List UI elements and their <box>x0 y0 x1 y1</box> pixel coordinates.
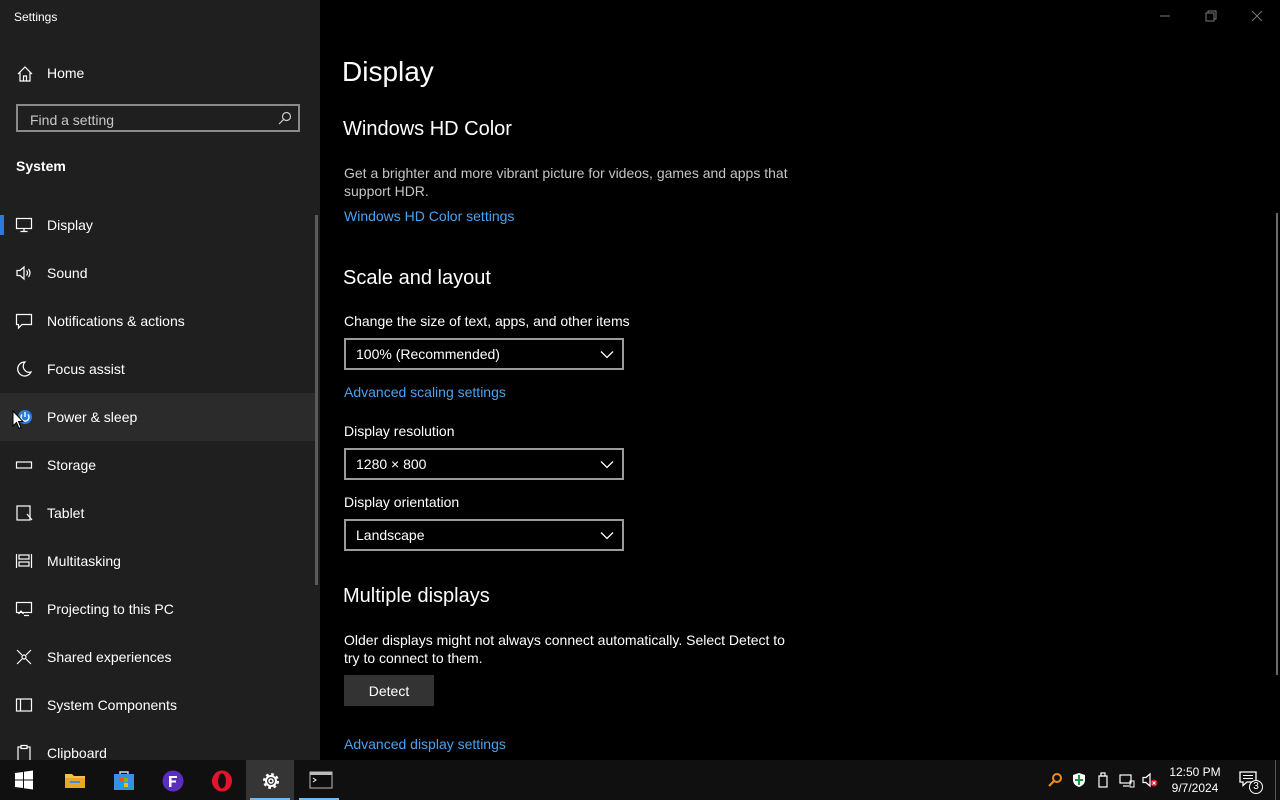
orientation-dropdown-value: Landscape <box>356 527 425 543</box>
sidebar-item-label: Projecting to this PC <box>47 601 174 617</box>
sidebar-item-label: Multitasking <box>47 553 121 569</box>
sidebar-item-notifications[interactable]: Notifications & actions <box>0 297 316 345</box>
settings-icon <box>263 773 279 789</box>
search-input[interactable] <box>28 110 272 130</box>
page-title: Display <box>342 56 434 87</box>
hdr-description: Get a brighter and more vibrant picture … <box>344 165 788 199</box>
scale-heading: Scale and layout <box>343 267 491 289</box>
taskbar-clock[interactable]: 12:50 PM 9/7/2024 <box>1162 764 1228 796</box>
hdr-heading: Windows HD Color <box>343 118 512 140</box>
start-icon <box>15 770 33 790</box>
sidebar-item-label: System Components <box>47 697 177 713</box>
section-label: System <box>16 158 66 174</box>
taskbar-store[interactable] <box>99 760 147 800</box>
orientation-dropdown[interactable]: Landscape <box>344 519 624 551</box>
search-tray-icon[interactable] <box>1047 772 1063 788</box>
sidebar-item-display[interactable]: Display <box>0 201 316 249</box>
scale-dropdown[interactable]: 100% (Recommended) <box>344 338 624 370</box>
projecting-icon <box>15 601 33 617</box>
home-nav[interactable]: Home <box>0 58 320 88</box>
sidebar-item-label: Power & sleep <box>47 409 138 425</box>
chevron-down-icon <box>600 351 614 359</box>
detect-button[interactable]: Detect <box>344 675 434 706</box>
f-app-icon <box>162 770 184 792</box>
taskbar: 12:50 PM 9/7/2024 3 <box>0 760 1280 800</box>
home-icon <box>17 66 33 82</box>
clock-date: 9/7/2024 <box>1171 781 1219 795</box>
usb-device-icon[interactable] <box>1095 772 1111 788</box>
minimize-icon[interactable] <box>1155 6 1175 26</box>
multiple-displays-description: Older displays might not always connect … <box>344 632 785 666</box>
scale-dropdown-value: 100% (Recommended) <box>356 346 500 362</box>
close-icon[interactable] <box>1247 6 1267 26</box>
search-icon <box>278 111 292 125</box>
mouse-cursor-icon <box>12 410 24 430</box>
sidebar-item-system-components[interactable]: System Components <box>0 681 316 729</box>
store-icon <box>114 771 134 790</box>
network-icon[interactable] <box>1119 772 1135 788</box>
home-label: Home <box>47 65 85 81</box>
sidebar-item-label: Storage <box>47 457 97 473</box>
taskbar-f-app[interactable] <box>148 760 196 800</box>
main-content: Display Windows HD Color Get a brighter … <box>320 0 1280 760</box>
sidebar-item-label: Shared experiences <box>47 649 172 665</box>
advanced-display-link[interactable]: Advanced display settings <box>344 736 506 752</box>
advanced-scaling-link[interactable]: Advanced scaling settings <box>344 384 506 400</box>
action-center-button[interactable]: 3 <box>1236 760 1264 800</box>
clipboard-icon <box>17 744 31 760</box>
start-button[interactable] <box>0 760 48 800</box>
sidebar-item-label: Notifications & actions <box>47 313 185 329</box>
storage-icon <box>15 461 33 469</box>
terminal-icon <box>309 771 333 789</box>
sidebar-item-tablet[interactable]: Tablet <box>0 489 316 537</box>
size-label: Change the size of text, apps, and other… <box>344 313 630 329</box>
sidebar-item-storage[interactable]: Storage <box>0 441 316 489</box>
notification-count-badge: 3 <box>1249 780 1263 794</box>
sidebar-item-label: Display <box>47 217 93 233</box>
tablet-icon <box>16 505 33 521</box>
chevron-down-icon <box>600 532 614 540</box>
sidebar-item-projecting[interactable]: Projecting to this PC <box>0 585 316 633</box>
sidebar-item-label: Tablet <box>47 505 85 521</box>
opera-icon <box>212 770 232 792</box>
restore-icon[interactable] <box>1201 6 1221 26</box>
monitor-icon <box>15 217 33 233</box>
sidebar-item-label: Focus assist <box>47 361 125 377</box>
hd-color-settings-link[interactable]: Windows HD Color settings <box>344 208 514 224</box>
file-explorer-icon <box>65 774 85 788</box>
sidebar-item-shared-experiences[interactable]: Shared experiences <box>0 633 316 681</box>
app-title: Settings <box>14 10 58 24</box>
show-desktop-button[interactable] <box>1275 760 1280 800</box>
speaker-icon <box>16 265 31 281</box>
taskbar-terminal[interactable] <box>295 760 343 800</box>
sidebar-item-label: Sound <box>47 265 88 281</box>
multiple-displays-heading: Multiple displays <box>343 585 490 607</box>
resolution-dropdown[interactable]: 1280 × 800 <box>344 448 624 480</box>
clock-time: 12:50 PM <box>1169 765 1221 779</box>
orientation-label: Display orientation <box>344 494 460 510</box>
chevron-down-icon <box>600 461 614 469</box>
sidebar-item-label: Clipboard <box>47 745 107 760</box>
multitasking-icon <box>15 554 33 568</box>
message-icon <box>15 313 33 330</box>
taskbar-file-explorer[interactable] <box>50 760 98 800</box>
sidebar-item-focus-assist[interactable]: Focus assist <box>0 345 316 393</box>
sidebar-item-power-sleep[interactable]: Power & sleep <box>0 393 316 441</box>
security-shield-icon[interactable] <box>1071 772 1087 788</box>
sidebar-scrollbar[interactable] <box>315 215 318 585</box>
resolution-label: Display resolution <box>344 423 455 439</box>
components-icon <box>15 698 33 712</box>
taskbar-settings[interactable] <box>246 760 294 800</box>
search-box[interactable] <box>16 104 300 132</box>
sidebar-item-clipboard[interactable]: Clipboard <box>0 729 316 760</box>
sidebar-item-multitasking[interactable]: Multitasking <box>0 537 316 585</box>
sidebar-item-sound[interactable]: Sound <box>0 249 316 297</box>
volume-muted-icon[interactable] <box>1142 772 1158 788</box>
shared-icon <box>16 649 32 665</box>
sidebar: Settings Home System Display Sound <box>0 0 320 760</box>
resolution-dropdown-value: 1280 × 800 <box>356 456 427 472</box>
moon-icon <box>17 361 33 377</box>
taskbar-opera[interactable] <box>197 760 245 800</box>
main-scrollbar[interactable] <box>1276 213 1278 675</box>
